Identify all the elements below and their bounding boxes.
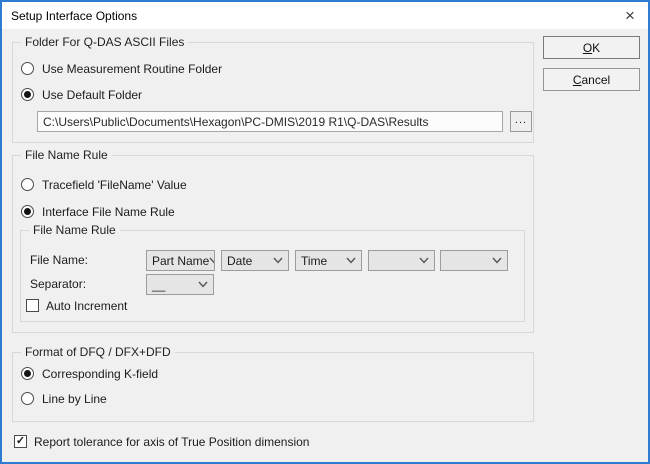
chevron-down-icon: [209, 257, 215, 264]
dialog-title: Setup Interface Options: [11, 9, 137, 23]
radio-label: Use Measurement Routine Folder: [42, 62, 222, 76]
radio-icon: [21, 178, 34, 191]
radio-use-measurement-routine-folder[interactable]: Use Measurement Routine Folder: [21, 61, 222, 76]
radio-line-by-line[interactable]: Line by Line: [21, 391, 107, 406]
separator-dropdown[interactable]: __: [146, 274, 214, 295]
file-name-dropdown-3[interactable]: Time: [295, 250, 362, 271]
dropdown-value: Date: [227, 254, 252, 268]
file-name-dropdown-2[interactable]: Date: [221, 250, 289, 271]
radio-label: Use Default Folder: [42, 88, 142, 102]
radio-corresponding-k-field[interactable]: Corresponding K-field: [21, 366, 158, 381]
browse-button[interactable]: ...: [510, 111, 532, 132]
radio-label: Tracefield 'FileName' Value: [42, 178, 187, 192]
checkbox-label: Auto Increment: [46, 299, 127, 313]
radio-icon: [21, 88, 34, 101]
file-name-rule-group-title: File Name Rule: [21, 148, 112, 162]
dropdown-value: Part Name: [152, 254, 209, 268]
cancel-button[interactable]: Cancel: [543, 68, 640, 91]
radio-label: Interface File Name Rule: [42, 205, 175, 219]
folder-group-title: Folder For Q-DAS ASCII Files: [21, 35, 188, 49]
setup-interface-options-dialog: Setup Interface Options × OK Cancel Fold…: [0, 0, 650, 464]
chevron-down-icon: [346, 257, 356, 264]
checkbox-checked-icon: ✓: [14, 435, 27, 448]
chevron-down-icon: [419, 257, 429, 264]
chevron-down-icon: [198, 281, 208, 288]
auto-increment-checkbox[interactable]: Auto Increment: [26, 298, 127, 313]
radio-icon: [21, 205, 34, 218]
ok-button-label: K: [592, 41, 600, 55]
format-group: Format of DFQ / DFX+DFD: [12, 352, 534, 422]
chevron-down-icon: [273, 257, 283, 264]
separator-label: Separator:: [30, 274, 86, 295]
checkbox-label: Report tolerance for axis of True Positi…: [34, 435, 309, 449]
radio-label: Line by Line: [42, 392, 107, 406]
file-name-label: File Name:: [30, 250, 88, 271]
default-folder-path-field[interactable]: C:\Users\Public\Documents\Hexagon\PC-DMI…: [37, 111, 503, 132]
radio-icon: [21, 392, 34, 405]
ok-button[interactable]: OK: [543, 36, 640, 59]
cancel-button-label: ancel: [581, 73, 610, 87]
ok-button-mnemonic: O: [583, 41, 592, 55]
file-name-dropdown-1[interactable]: Part Name: [146, 250, 215, 271]
checkbox-icon: [26, 299, 39, 312]
format-group-title: Format of DFQ / DFX+DFD: [21, 345, 175, 359]
radio-icon: [21, 367, 34, 380]
dropdown-value: __: [152, 278, 165, 292]
radio-icon: [21, 62, 34, 75]
titlebar: Setup Interface Options: [2, 2, 648, 29]
inner-file-name-rule-group-title: File Name Rule: [29, 223, 120, 237]
chevron-down-icon: [492, 257, 502, 264]
file-name-dropdown-4[interactable]: [368, 250, 435, 271]
radio-interface-file-name-rule[interactable]: Interface File Name Rule: [21, 204, 175, 219]
radio-use-default-folder[interactable]: Use Default Folder: [21, 87, 142, 102]
radio-label: Corresponding K-field: [42, 367, 158, 381]
close-icon[interactable]: ×: [620, 6, 640, 26]
report-tolerance-checkbox[interactable]: ✓ Report tolerance for axis of True Posi…: [14, 434, 309, 449]
file-name-dropdown-5[interactable]: [440, 250, 508, 271]
radio-tracefield-filename-value[interactable]: Tracefield 'FileName' Value: [21, 177, 187, 192]
dropdown-value: Time: [301, 254, 327, 268]
